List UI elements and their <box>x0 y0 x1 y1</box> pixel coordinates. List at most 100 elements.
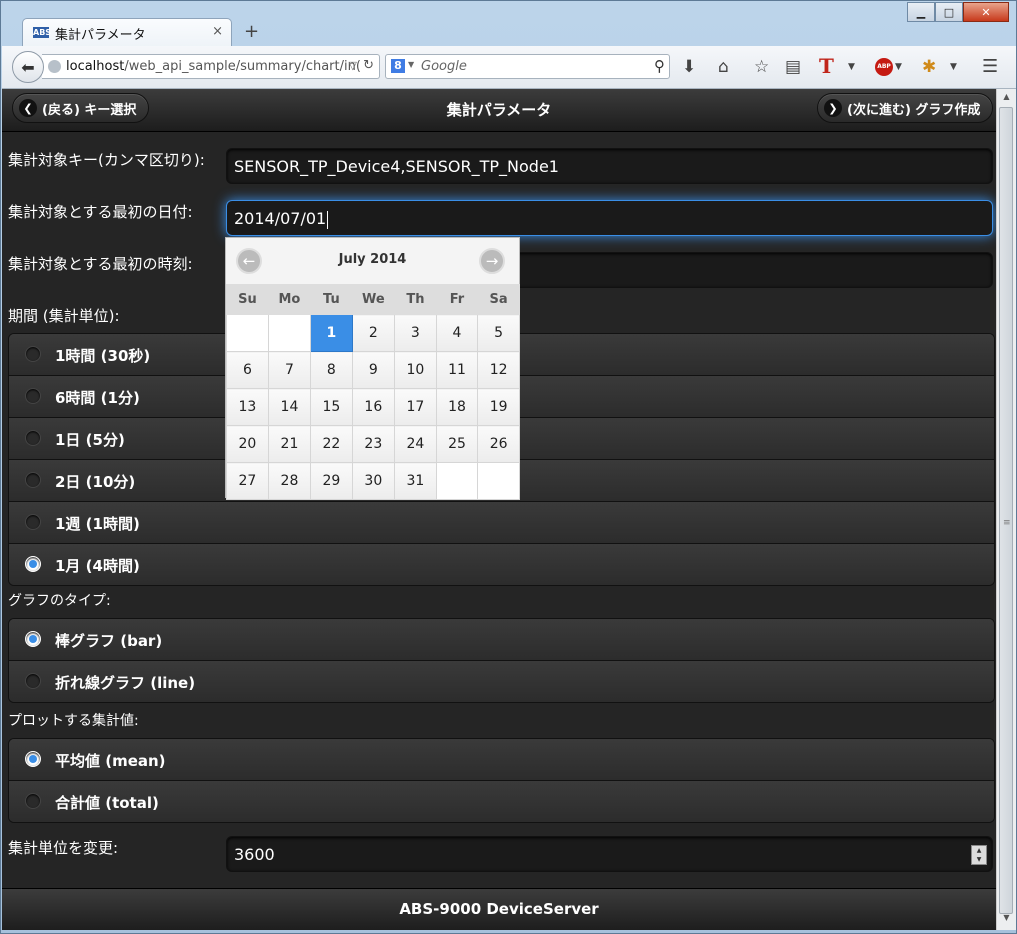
next-month-icon[interactable]: → <box>479 248 505 274</box>
google-icon[interactable]: 8 <box>391 59 405 73</box>
translate-t-icon[interactable]: T <box>819 54 834 78</box>
unit-number-input[interactable]: 3600 ▲ ▼ <box>226 836 993 872</box>
scroll-up-icon[interactable]: ▲ <box>999 92 1014 106</box>
bookmark-star-icon[interactable]: ☆ <box>754 57 769 77</box>
calendar-day[interactable]: 15 <box>310 388 353 426</box>
url-bar[interactable]: localhost/web_api_sample/summary/chart/i… <box>42 54 380 79</box>
number-spinner[interactable]: ▲ ▼ <box>971 845 987 865</box>
window-controls: ▁ □ ✕ <box>907 2 1009 22</box>
chevron-right-icon: ❯ <box>824 99 842 117</box>
home-icon[interactable]: ⌂ <box>718 57 729 77</box>
calendar-day[interactable]: 28 <box>267 462 312 500</box>
calendar-day[interactable]: 29 <box>310 462 353 500</box>
calendar-day[interactable]: 9 <box>351 351 396 389</box>
page-content: ❮ (戻る) キー選択 集計パラメータ ❯ (次に進む) グラフ作成 集計対象キ… <box>2 89 996 930</box>
search-placeholder[interactable]: Google <box>421 59 467 74</box>
engine-dropdown-icon[interactable]: ▼ <box>408 60 414 69</box>
start-date-input[interactable]: 2014/07/01 <box>226 200 993 236</box>
calendar-day[interactable]: 17 <box>394 388 437 426</box>
back-arrow-icon: ⬅ <box>21 57 35 77</box>
back-button[interactable]: ⬅ <box>12 51 44 83</box>
new-tab-icon[interactable]: + <box>244 21 259 42</box>
calendar-day[interactable]: 12 <box>477 351 520 389</box>
radio-plot-total[interactable]: 合計値 (total) <box>9 781 994 822</box>
calendar-day[interactable]: 3 <box>394 314 437 352</box>
calendar-day[interactable]: 2 <box>351 314 396 352</box>
calendar-day[interactable]: 5 <box>477 314 520 352</box>
prev-month-icon[interactable]: ← <box>236 248 262 274</box>
calendar-week-row: 6 7 8 9 10 11 12 <box>226 351 520 389</box>
browser-tab[interactable]: ABS 集計パラメータ × <box>22 18 232 47</box>
next-button-label: (次に進む) グラフ作成 <box>847 102 981 118</box>
menu-icon[interactable]: ☰ <box>982 56 998 77</box>
search-box[interactable]: 8 ▼ Google ⚲ <box>385 54 670 79</box>
calendar-grid: Su Mo Tu We Th Fr Sa 1 2 3 4 5 6 7 8 9 10 11 12 13 14 15 16 17… <box>226 284 520 500</box>
radio-period-1m[interactable]: 1月 (4時間) <box>9 544 994 585</box>
radio-icon <box>25 388 41 404</box>
calendar-day[interactable]: 10 <box>394 351 437 389</box>
scroll-down-icon[interactable]: ▼ <box>999 913 1014 927</box>
radio-icon <box>25 556 41 572</box>
tab-close-icon[interactable]: × <box>212 24 223 39</box>
scroll-thumb[interactable]: ≡ <box>999 107 1013 914</box>
calendar-day[interactable]: 8 <box>310 351 353 389</box>
calendar-empty-cell <box>435 462 479 500</box>
calendar-day[interactable]: 20 <box>226 425 269 463</box>
calendar-day[interactable]: 16 <box>351 388 396 426</box>
weekday-header: Sa <box>477 284 520 315</box>
calendar-day[interactable]: 22 <box>310 425 353 463</box>
reload-icon[interactable]: ↻ <box>363 58 374 73</box>
firebug-icon[interactable]: ✱ <box>922 57 936 77</box>
calendar-day[interactable]: 18 <box>435 388 479 426</box>
radio-graph-line[interactable]: 折れ線グラフ (line) <box>9 661 994 702</box>
t-dropdown-icon[interactable]: ▼ <box>848 62 855 72</box>
radio-icon <box>25 673 41 689</box>
minimize-button[interactable]: ▁ <box>907 2 935 22</box>
calendar-day[interactable]: 14 <box>267 388 312 426</box>
calendar-day[interactable]: 31 <box>394 462 437 500</box>
calendar-day[interactable]: 26 <box>477 425 520 463</box>
radio-plot-mean[interactable]: 平均値 (mean) <box>9 739 994 781</box>
url-text[interactable]: localhost/web_api_sample/summary/chart/i… <box>66 59 361 74</box>
calendar-day[interactable]: 19 <box>477 388 520 426</box>
plot-value-label: プロットする集計値: <box>8 713 139 729</box>
reading-list-icon[interactable]: ▤ <box>785 57 801 77</box>
maximize-button[interactable]: □ <box>935 2 963 22</box>
favicon-icon: ABS <box>33 27 52 38</box>
calendar-day[interactable]: 23 <box>351 425 396 463</box>
radio-period-1w[interactable]: 1週 (1時間) <box>9 502 994 544</box>
vertical-scrollbar[interactable]: ▲ ≡ ▼ <box>996 89 1016 930</box>
calendar-day[interactable]: 7 <box>267 351 312 389</box>
weekday-header: We <box>351 284 396 315</box>
spin-down-icon[interactable]: ▼ <box>977 856 982 863</box>
keys-input[interactable]: SENSOR_TP_Device4,SENSOR_TP_Node1 <box>226 148 993 184</box>
firebug-dropdown-icon[interactable]: ▼ <box>950 62 957 72</box>
adblock-icon[interactable]: ABP <box>875 58 893 76</box>
calendar-day[interactable]: 11 <box>435 351 479 389</box>
calendar-week-row: 12345 <box>226 314 520 352</box>
app-header: ❮ (戻る) キー選択 集計パラメータ ❯ (次に進む) グラフ作成 <box>2 89 996 132</box>
download-icon[interactable]: ⬇ <box>682 57 696 77</box>
calendar-day[interactable]: 25 <box>435 425 479 463</box>
nav-toolbar: localhost/web_api_sample/summary/chart/i… <box>2 46 1016 89</box>
calendar-header: July 2014 ← → <box>226 238 519 284</box>
weekday-header: Th <box>394 284 437 315</box>
calendar-day[interactable]: 30 <box>351 462 396 500</box>
close-window-button[interactable]: ✕ <box>963 2 1009 22</box>
radio-graph-bar[interactable]: 棒グラフ (bar) <box>9 619 994 661</box>
next-graph-button[interactable]: ❯ (次に進む) グラフ作成 <box>817 93 994 123</box>
search-icon[interactable]: ⚲ <box>654 57 665 75</box>
abp-dropdown-icon[interactable]: ▼ <box>895 62 902 72</box>
calendar-day[interactable]: 1 <box>310 314 353 352</box>
calendar-day[interactable]: 4 <box>435 314 479 352</box>
start-date-label: 集計対象とする最初の日付: <box>8 203 193 221</box>
url-dropdown-icon[interactable]: ▽ <box>349 59 357 72</box>
grip-icon: ≡ <box>1003 518 1011 528</box>
calendar-week-row: 27 28 29 30 31 <box>226 462 520 500</box>
calendar-day[interactable]: 13 <box>226 388 269 426</box>
spin-up-icon[interactable]: ▲ <box>977 847 982 854</box>
calendar-day[interactable]: 27 <box>226 462 269 500</box>
calendar-day[interactable]: 21 <box>267 425 312 463</box>
calendar-day[interactable]: 24 <box>394 425 437 463</box>
calendar-day[interactable]: 6 <box>226 351 269 389</box>
